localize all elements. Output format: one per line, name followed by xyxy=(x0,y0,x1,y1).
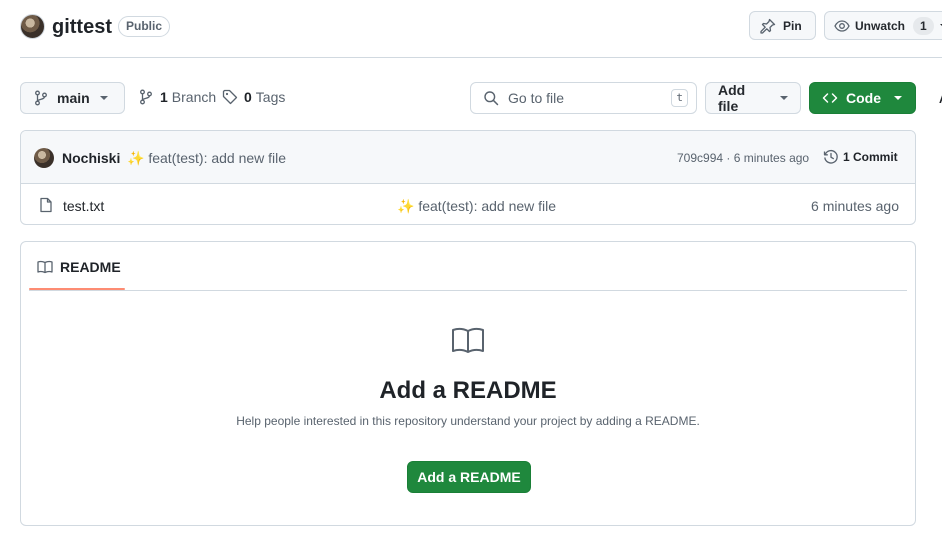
eye-icon xyxy=(834,18,850,34)
sparkles-emoji: ✨ xyxy=(397,198,415,214)
file-icon xyxy=(38,197,54,213)
commit-author-avatar[interactable] xyxy=(34,148,54,168)
add-readme-button[interactable]: Add a README xyxy=(407,461,531,493)
branch-count-label: Branch xyxy=(171,89,217,105)
branch-icon xyxy=(33,90,49,106)
unwatch-button[interactable]: Unwatch 1 xyxy=(824,11,942,40)
repo-name[interactable]: gittest xyxy=(52,14,112,40)
code-button[interactable]: Code xyxy=(809,82,916,114)
add-readme-description: Help people interested in this repositor… xyxy=(236,414,700,428)
go-to-file-shortcut: t xyxy=(671,89,688,107)
book-icon xyxy=(451,326,485,356)
search-icon xyxy=(483,90,499,106)
tags-link[interactable]: 0 Tags xyxy=(222,89,285,105)
table-row[interactable]: test.txt ✨ feat(test): add new file 6 mi… xyxy=(21,184,915,224)
pin-button[interactable]: Pin xyxy=(749,11,816,40)
history-icon xyxy=(823,149,839,165)
file-browser: Nochiski ✨ feat(test): add new file 709c… xyxy=(20,130,916,225)
readme-tab-label: README xyxy=(60,259,121,275)
pin-label: Pin xyxy=(783,18,802,33)
commits-link[interactable]: 1 Commit xyxy=(823,149,898,165)
file-name[interactable]: test.txt xyxy=(63,198,104,214)
add-file-label: Add file xyxy=(718,82,746,114)
repo-owner-avatar[interactable] xyxy=(20,14,45,39)
watch-count: 1 xyxy=(913,16,934,35)
sparkles-emoji: ✨ xyxy=(127,150,145,166)
commit-count-label: 1 Commit xyxy=(843,150,898,164)
chevron-down-icon xyxy=(780,96,788,100)
file-commit-message-text: feat(test): add new file xyxy=(418,198,557,214)
tag-count-label: Tags xyxy=(255,89,286,105)
tab-divider xyxy=(29,290,907,291)
readme-panel: README Add a README Help people interest… xyxy=(20,241,916,526)
branch-count: 1 xyxy=(160,89,168,105)
commit-message[interactable]: ✨ feat(test): add new file xyxy=(127,150,286,167)
go-to-file-field[interactable]: t xyxy=(470,82,697,114)
visibility-badge: Public xyxy=(118,16,171,37)
tag-count: 0 xyxy=(244,89,252,105)
chevron-down-icon xyxy=(99,96,108,100)
code-label: Code xyxy=(846,90,881,106)
branch-icon xyxy=(138,89,154,105)
latest-commit-bar: Nochiski ✨ feat(test): add new file 709c… xyxy=(21,131,915,184)
go-to-file-input[interactable] xyxy=(508,90,668,106)
add-file-button[interactable]: Add file xyxy=(705,82,801,114)
file-commit-time: 6 minutes ago xyxy=(811,198,899,214)
pin-icon xyxy=(760,18,776,34)
add-readme-title: Add a README xyxy=(379,377,557,404)
header-divider xyxy=(20,57,942,58)
branch-selector[interactable]: main xyxy=(20,82,125,114)
unwatch-label: Unwatch xyxy=(855,18,906,33)
commit-hash-time[interactable]: 709c994 · 6 minutes ago xyxy=(677,151,809,165)
commit-message-text: feat(test): add new file xyxy=(148,150,287,166)
chevron-down-icon xyxy=(894,96,902,100)
book-icon xyxy=(37,259,53,275)
tag-icon xyxy=(222,89,238,105)
branch-name: main xyxy=(57,90,90,106)
commit-author[interactable]: Nochiski xyxy=(62,150,120,166)
branches-link[interactable]: 1 Branch xyxy=(138,89,216,105)
file-commit-message[interactable]: ✨ feat(test): add new file xyxy=(397,198,556,215)
code-icon xyxy=(822,90,838,106)
tab-readme[interactable]: README xyxy=(37,259,121,275)
